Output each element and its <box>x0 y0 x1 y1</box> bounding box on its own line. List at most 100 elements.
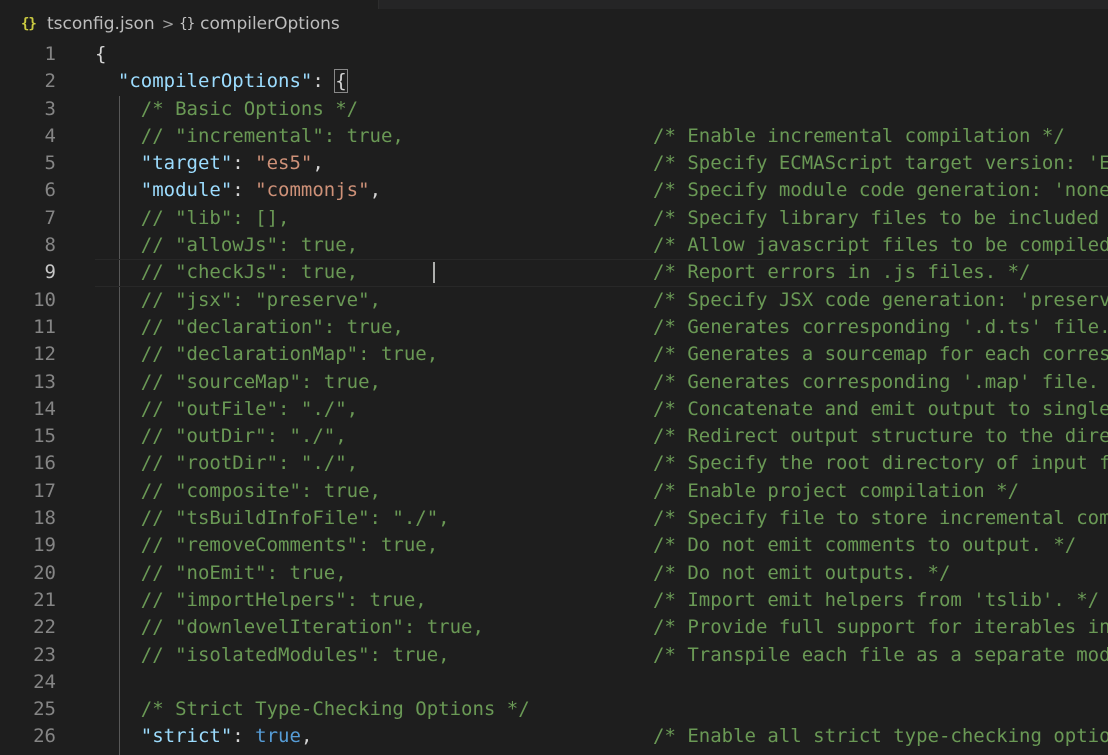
line-number: 22 <box>33 616 56 639</box>
code-line[interactable]: 10 // "jsx": "preserve", /* Specify JSX c… <box>0 287 1108 314</box>
code-text: // "downlevelIteration": true, <box>95 614 484 641</box>
code-text: // "tsBuildInfoFile": "./", <box>95 505 450 532</box>
code-line[interactable]: 13 // "sourceMap": true, /* Generates cor… <box>0 369 1108 396</box>
breadcrumb-separator: > <box>161 15 175 33</box>
line-number: 18 <box>33 507 56 530</box>
code-token: "compilerOptions" <box>117 70 313 93</box>
line-number: 4 <box>44 124 56 147</box>
code-token: // "declaration": true, <box>95 315 404 338</box>
editor-tab-strip <box>0 0 1108 9</box>
code-token: // "removeComments": true, <box>95 534 439 557</box>
json-file-icon: {} <box>21 16 37 32</box>
option-description-comment: /* Do not emit outputs. */ <box>653 561 951 584</box>
code-text: // "importHelpers": true, <box>95 587 427 614</box>
option-description-comment: /* Redirect output structure to the dire… <box>653 425 1108 448</box>
option-description-comment: /* Specify ECMAScript target version: 'E… <box>653 152 1108 175</box>
code-token: , <box>312 152 324 175</box>
line-number: 9 <box>44 261 56 284</box>
code-token: // "outDir": "./", <box>95 425 347 448</box>
code-text: // "incremental": true, <box>95 123 404 150</box>
code-area[interactable]: 1{2 "compilerOptions": {3 /* Basic Optio… <box>0 41 1108 755</box>
code-token: : <box>232 725 256 748</box>
code-line[interactable]: 2 "compilerOptions": { <box>0 68 1108 95</box>
code-token: // "allowJs": true, <box>95 234 359 257</box>
code-line[interactable]: 16 // "rootDir": "./", /* Specify the roo… <box>0 450 1108 477</box>
code-line[interactable]: 3 /* Basic Options */ <box>0 96 1108 123</box>
code-editor[interactable]: {} tsconfig.json > {} compilerOptions 1{… <box>0 0 1108 755</box>
option-description-comment: /* Enable project compilation */ <box>653 479 1020 502</box>
code-text: // "lib": [], <box>95 205 290 232</box>
line-number: 20 <box>33 561 56 584</box>
code-line[interactable]: 24 <box>0 669 1108 696</box>
option-description-comment: /* Specify file to store incremental com… <box>653 507 1108 530</box>
code-line[interactable]: 7 // "lib": [], /* Specify library files … <box>0 205 1108 232</box>
code-line[interactable]: 18 // "tsBuildInfoFile": "./", /* Specify… <box>0 505 1108 532</box>
line-number: 17 <box>33 479 56 502</box>
code-line[interactable]: 5 "target": "es5", /* Specify ECMAScript … <box>0 150 1108 177</box>
code-line[interactable]: 21 // "importHelpers": true, /* Import em… <box>0 587 1108 614</box>
line-number: 14 <box>33 397 56 420</box>
code-text: "module": "commonjs", <box>95 177 381 204</box>
code-token: // "composite": true, <box>95 479 381 502</box>
code-line[interactable]: 19 // "removeComments": true, /* Do not e… <box>0 532 1108 559</box>
object-symbol-icon: {} <box>179 16 195 32</box>
option-description-comment: /* Transpile each file as a separate mod… <box>653 643 1108 666</box>
code-token: // "checkJs": true, <box>95 261 359 284</box>
code-line[interactable]: 9 // "checkJs": true, /* Report errors in… <box>0 259 1108 287</box>
line-number: 21 <box>33 588 56 611</box>
code-token: // "importHelpers": true, <box>95 588 427 611</box>
line-number: 2 <box>44 70 56 93</box>
code-line[interactable]: 22 // "downlevelIteration": true, /* Prov… <box>0 614 1108 641</box>
code-token: { <box>95 43 107 65</box>
code-text: // "composite": true, <box>95 478 381 505</box>
option-description-comment: /* Specify the root directory of input f… <box>653 452 1108 475</box>
code-line[interactable]: 4 // "incremental": true, /* Enable incre… <box>0 123 1108 150</box>
tab-bar-remainder <box>378 0 1108 9</box>
code-line[interactable]: 6 "module": "commonjs", /* Specify module… <box>0 177 1108 204</box>
code-text: // "checkJs": true, <box>95 259 358 286</box>
code-token: // "incremental": true, <box>95 124 404 147</box>
code-token: , <box>300 725 313 748</box>
code-line[interactable]: 20 // "noEmit": true, /* Do not emit outp… <box>0 560 1108 587</box>
code-line[interactable]: 17 // "composite": true, /* Enable projec… <box>0 478 1108 505</box>
breadcrumb-file[interactable]: tsconfig.json <box>47 14 155 34</box>
code-token: true <box>255 725 301 748</box>
option-description-comment: /* Specify JSX code generation: 'preserv… <box>653 288 1108 311</box>
code-text: "target": "es5", <box>95 150 324 177</box>
code-token: "commonjs" <box>255 179 370 202</box>
code-token: // "tsBuildInfoFile": "./", <box>95 507 450 530</box>
breadcrumb-symbol[interactable]: compilerOptions <box>200 14 340 34</box>
code-line[interactable]: 1{ <box>0 41 1108 68</box>
code-line[interactable]: 15 // "outDir": "./", /* Redirect output … <box>0 423 1108 450</box>
code-text: "strict": true, <box>95 723 313 750</box>
code-line[interactable]: 14 // "outFile": "./", /* Concatenate and… <box>0 396 1108 423</box>
line-number: 26 <box>33 725 56 748</box>
code-line[interactable]: 25 /* Strict Type-Checking Options */ <box>0 696 1108 723</box>
code-text: // "noEmit": true, <box>95 560 347 587</box>
code-line[interactable]: 12 // "declarationMap": true, /* Generate… <box>0 341 1108 368</box>
code-token: , <box>369 179 382 202</box>
code-line[interactable]: 8 // "allowJs": true, /* Allow javascript… <box>0 232 1108 259</box>
code-line[interactable]: 23 // "isolatedModules": true, /* Transpi… <box>0 642 1108 669</box>
option-description-comment: /* Enable incremental compilation */ <box>653 124 1065 147</box>
option-description-comment: /* Enable all strict type-checking optio… <box>653 725 1108 748</box>
code-token: "target" <box>140 152 233 175</box>
code-token: // "isolatedModules": true, <box>95 643 450 666</box>
line-number: 16 <box>33 452 56 475</box>
code-line[interactable]: 26 "strict": true, /* Enable all strict t… <box>0 723 1108 750</box>
code-token: : <box>232 179 256 202</box>
code-token: : <box>312 70 336 93</box>
code-token: /* Strict Type-Checking Options */ <box>95 698 530 721</box>
code-text: // "jsx": "preserve", <box>95 287 381 314</box>
code-token: // "jsx": "preserve", <box>95 288 381 311</box>
line-number: 19 <box>33 534 56 557</box>
option-description-comment: /* Report errors in .js files. */ <box>653 261 1031 284</box>
option-description-comment: /* Generates corresponding '.d.ts' file.… <box>653 315 1108 338</box>
code-text: // "declarationMap": true, <box>95 341 438 368</box>
line-number: 5 <box>44 152 56 175</box>
line-number: 1 <box>44 43 56 65</box>
code-line[interactable]: 11 // "declaration": true, /* Generates c… <box>0 314 1108 341</box>
